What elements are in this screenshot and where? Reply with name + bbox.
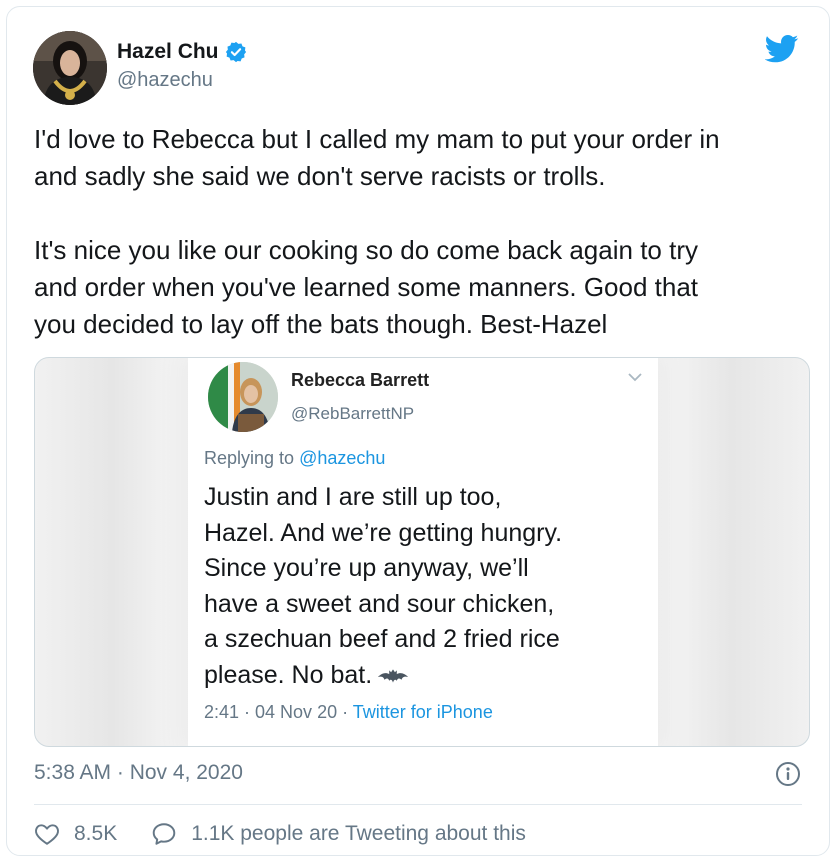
embedded-author-handle: @RebBarrettNP <box>291 404 415 423</box>
info-icon[interactable] <box>775 761 801 787</box>
author-avatar-image <box>33 31 107 105</box>
speech-bubble-icon <box>152 823 176 845</box>
tweet-card: Hazel Chu @hazechu I'd love to Rebecca b… <box>6 6 830 856</box>
author-handle[interactable]: @hazechu <box>117 69 213 92</box>
replying-to-mention: @hazechu <box>299 448 386 468</box>
embedded-tweet-text: Justin and I are still up too, Hazel. An… <box>204 480 644 693</box>
verified-badge-icon <box>225 41 246 63</box>
tweet-text: I'd love to Rebecca but I called my mam … <box>34 124 720 339</box>
replying-to-prefix: Replying to <box>204 448 300 468</box>
embedded-tweet-body: Justin and I are still up too, Hazel. An… <box>204 483 563 689</box>
heart-icon <box>35 824 59 845</box>
author-name[interactable]: Hazel Chu <box>117 40 219 64</box>
bat-emoji-icon <box>378 669 409 683</box>
like-count: 8.5K <box>74 822 118 845</box>
replying-to-line: Replying to @hazechu <box>204 448 385 469</box>
twitter-bird-icon[interactable] <box>765 35 799 63</box>
chevron-down-icon <box>628 373 642 382</box>
conversation-link[interactable]: 1.1K people are Tweeting about this <box>151 821 526 847</box>
tweet-timestamp[interactable]: 5:38 AM · Nov 4, 2020 <box>34 761 243 785</box>
author-avatar[interactable] <box>33 31 107 105</box>
tweet-actions: 8.5K 1.1K people are Tweeting about this <box>34 821 526 847</box>
embedded-screenshot[interactable]: Rebecca Barrett @RebBarrettNP Replying t… <box>34 357 810 747</box>
author-name-row: Hazel Chu <box>117 40 247 64</box>
embedded-tweet: Rebecca Barrett @RebBarrettNP Replying t… <box>188 358 658 746</box>
conversation-text: 1.1K people are Tweeting about this <box>191 822 526 845</box>
embedded-source: Twitter for iPhone <box>352 702 493 722</box>
divider <box>34 804 802 805</box>
like-button[interactable]: 8.5K <box>34 821 117 847</box>
embedded-meta: 2:41 · 04 Nov 20 · Twitter for iPhone <box>204 702 493 723</box>
embedded-author-name: Rebecca Barrett <box>291 370 430 390</box>
embedded-time: 2:41 · 04 Nov 20 · <box>204 702 353 722</box>
embedded-author-avatar <box>208 362 278 432</box>
embedded-avatar-image <box>208 362 278 432</box>
